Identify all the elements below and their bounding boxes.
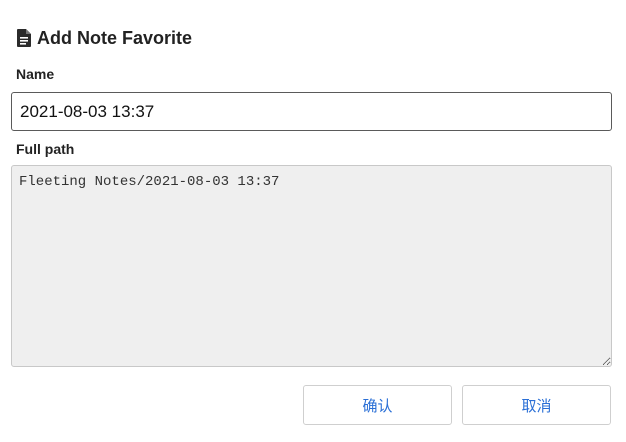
document-icon: [17, 29, 31, 47]
confirm-button[interactable]: 确认: [303, 385, 452, 425]
dialog-title: Add Note Favorite: [37, 27, 193, 48]
full-path-label: Full path: [16, 141, 75, 157]
full-path-textarea[interactable]: Fleeting Notes/2021-08-03 13:37: [11, 165, 612, 367]
add-note-favorite-dialog: Add Note Favorite Name Full path Fleetin…: [0, 0, 626, 442]
cancel-button[interactable]: 取消: [462, 385, 611, 425]
name-input[interactable]: [11, 92, 612, 131]
dialog-header: Add Note Favorite: [17, 27, 192, 49]
name-label: Name: [16, 66, 55, 82]
